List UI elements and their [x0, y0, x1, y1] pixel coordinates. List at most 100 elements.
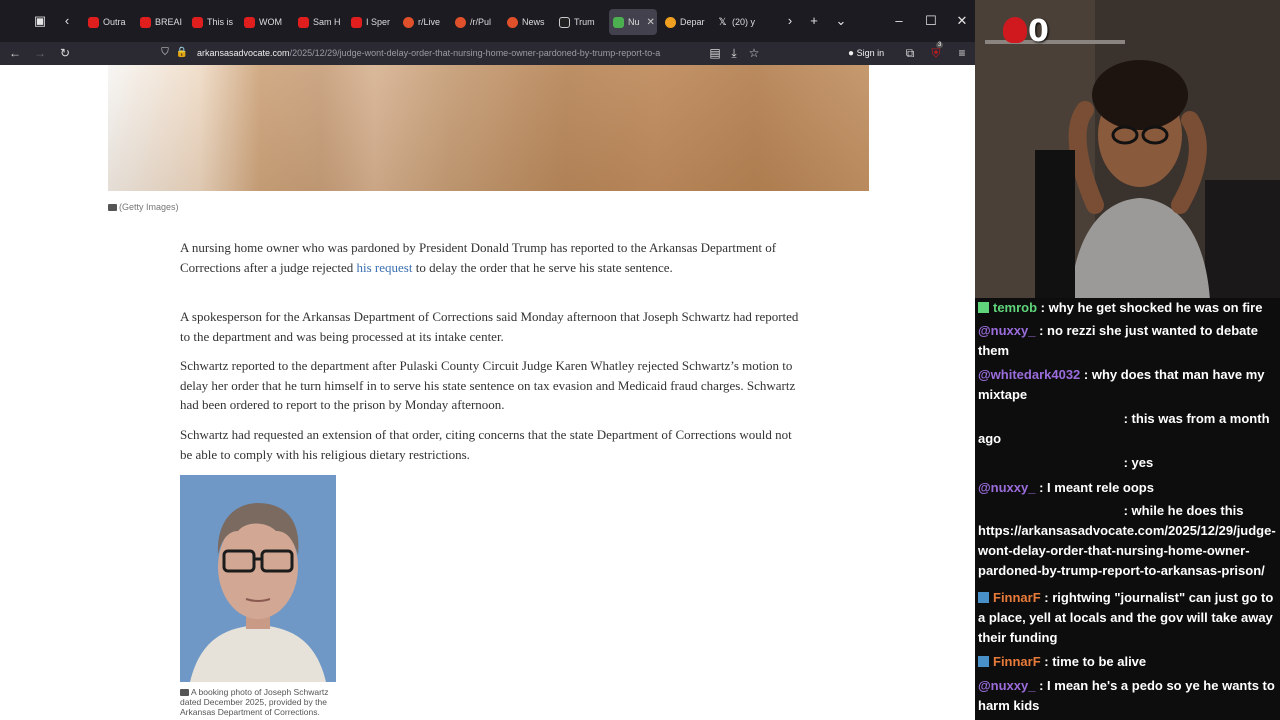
lock-icon[interactable]: 🔒	[173, 44, 191, 62]
url-domain: arkansasadvocate.com	[197, 48, 290, 58]
chat-text: : why he get shocked he was on fire	[1037, 300, 1263, 315]
reddit-icon	[507, 16, 518, 28]
tab-overview-icon[interactable]: ▣	[30, 10, 50, 32]
camera-icon	[180, 689, 189, 696]
chat-username[interactable]: @nuxxy_	[978, 323, 1035, 338]
tab-label: News	[522, 17, 545, 27]
reload-icon[interactable]: ↻	[56, 44, 74, 62]
chat-text: : this was from a month ago	[978, 411, 1270, 446]
tab-label: This is	[207, 17, 234, 27]
chat-username[interactable]: @nuxxy_	[978, 480, 1035, 495]
minimize-icon[interactable]: –	[889, 10, 909, 32]
hero-image	[108, 65, 869, 191]
chat-text: : yes	[1120, 455, 1154, 470]
chat-text: : while he does this https://arkansasadv…	[978, 503, 1276, 578]
forward-icon[interactable]: →	[31, 44, 49, 62]
tab-6[interactable]: r/Live	[399, 9, 447, 35]
youtube-icon	[298, 16, 309, 28]
chat-text: : time to be alive	[1040, 654, 1147, 669]
chat-username[interactable]: FinnarF	[993, 654, 1041, 669]
paragraph-4: Schwartz had requested an extension of t…	[180, 427, 792, 462]
reddit-icon	[403, 16, 414, 28]
youtube-icon	[88, 16, 99, 28]
tab-3[interactable]: WOM	[240, 9, 290, 35]
scroll-tabs-left-icon[interactable]: ‹	[57, 10, 77, 32]
youtube-icon	[351, 16, 362, 28]
generic-icon	[665, 16, 676, 28]
tab-0[interactable]: Outra	[84, 9, 132, 35]
webcam-feed	[975, 0, 1280, 300]
app-menu-icon[interactable]: ≡	[953, 44, 971, 62]
chat-badge-icon	[978, 592, 989, 603]
chat-username[interactable]: temrob	[993, 300, 1037, 315]
chat-username[interactable]: @nuxxy_	[978, 678, 1035, 693]
save-to-pocket-icon[interactable]: ⤓	[725, 44, 743, 62]
article-page: (Getty Images) A nursing home owner who …	[0, 65, 975, 720]
chat-message: : while he does this https://arkansasadv…	[978, 501, 1278, 581]
navigation-bar: ← → ↻ ⛉ 🔒 arkansasadvocate.com/2025/12/2…	[0, 42, 975, 65]
tab-7[interactable]: /r/Pul	[451, 9, 499, 35]
reader-view-icon[interactable]: ▤	[706, 44, 724, 62]
account-icon: ●	[848, 48, 855, 59]
tab-11[interactable]: Depar	[661, 9, 709, 35]
chat-username[interactable]: FinnarF	[993, 590, 1041, 605]
stream-chat: temrob : why he get shocked he was on fi…	[975, 298, 1280, 720]
chat-message: temrob : why he get shocked he was on fi…	[978, 298, 1278, 318]
close-window-icon[interactable]: ✕	[952, 10, 972, 32]
bookmark-star-icon[interactable]: ☆	[745, 44, 763, 62]
ap-icon	[559, 16, 570, 28]
arkansas-advocate-icon	[613, 16, 624, 28]
tab-9[interactable]: Trum	[555, 9, 605, 35]
chat-message: @nuxxy_ : I meant rele oops	[978, 478, 1278, 498]
chat-username[interactable]: @whitedark4032	[978, 367, 1080, 382]
scroll-tabs-right-icon[interactable]: ›	[780, 10, 800, 32]
maximize-icon[interactable]: ☐	[921, 10, 941, 32]
his-request-link[interactable]: his request	[357, 260, 413, 275]
tab-12[interactable]: 𝕏 (20) y	[713, 9, 763, 35]
tab-10[interactable]: Nu ✕	[609, 9, 657, 35]
youtube-icon	[244, 16, 255, 28]
tab-label: (20) y	[732, 17, 756, 27]
paragraph-2: A spokesperson for the Arkansas Departme…	[180, 309, 799, 344]
chat-message: : this was from a month ago	[978, 409, 1278, 449]
tab-bar: ▣ ‹ Outra BREAI This is WOM Sam H I Sper r/Liv…	[0, 0, 975, 42]
camera-icon	[108, 204, 117, 211]
sign-in-label: Sign in	[856, 48, 885, 58]
chat-message: FinnarF : rightwing "journalist" can jus…	[978, 588, 1278, 648]
x-icon: 𝕏	[718, 16, 727, 28]
booking-photo	[180, 475, 336, 682]
tab-label: /r/Pul	[470, 17, 492, 27]
new-tab-icon[interactable]: +	[804, 10, 824, 32]
tab-label: Outra	[103, 17, 126, 27]
tab-label: Depar	[680, 17, 705, 27]
tracking-protection-icon[interactable]: ⛉	[156, 44, 174, 62]
tab-label: Sam H	[313, 17, 341, 27]
tab-label: Nu	[628, 17, 640, 27]
extensions-icon[interactable]: ⧉	[901, 44, 919, 62]
stream-counter: 0	[1028, 14, 1049, 49]
hero-image-credit: (Getty Images)	[108, 202, 179, 212]
chat-badge-icon	[978, 656, 989, 667]
reddit-icon	[455, 16, 466, 28]
tab-5[interactable]: I Sper	[347, 9, 395, 35]
url-path: /2025/12/29/judge-wont-delay-order-that-…	[289, 48, 661, 58]
sign-in-button[interactable]: ● Sign in	[848, 43, 884, 64]
paragraph-3: Schwartz reported to the department afte…	[180, 358, 796, 412]
photo-caption: A booking photo of Joseph Schwartz dated…	[180, 687, 329, 717]
tab-8[interactable]: News	[503, 9, 551, 35]
tab-2[interactable]: This is	[188, 9, 236, 35]
tab-1[interactable]: BREAI	[136, 9, 184, 35]
close-tab-icon[interactable]: ✕	[647, 17, 655, 28]
url-bar[interactable]: ⛉ 🔒 arkansasadvocate.com/2025/12/29/judg…	[156, 43, 766, 64]
back-icon[interactable]: ←	[6, 44, 24, 62]
tab-label: r/Live	[418, 17, 441, 27]
chat-text: : I meant rele oops	[1035, 480, 1154, 495]
chat-message: @nuxxy_ : no rezzi she just wanted to de…	[978, 321, 1278, 361]
list-all-tabs-icon[interactable]: ⌄	[831, 10, 851, 32]
chat-message: FinnarF : time to be alive	[978, 652, 1278, 672]
chat-message: @whitedark4032 : why does that man have …	[978, 365, 1278, 405]
browser-window: ▣ ‹ Outra BREAI This is WOM Sam H I Sper r/Liv…	[0, 0, 975, 720]
chat-badge-icon	[978, 302, 989, 313]
tab-label: I Sper	[366, 17, 391, 27]
tab-4[interactable]: Sam H	[294, 9, 344, 35]
